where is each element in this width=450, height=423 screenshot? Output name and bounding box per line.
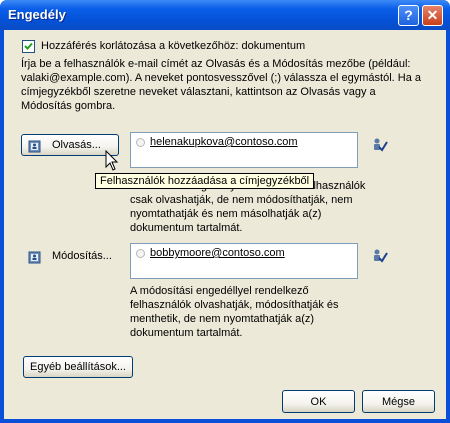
check-names-icon[interactable] (372, 137, 388, 153)
ok-button[interactable]: OK (282, 390, 355, 413)
change-user-entry[interactable]: bobbymoore@contoso.com (150, 247, 285, 259)
close-button[interactable]: ✕ (422, 5, 443, 26)
help-button[interactable]: ? (398, 5, 419, 26)
change-button[interactable]: Módosítás... (21, 245, 119, 267)
more-options-button[interactable]: Egyéb beállítások... (23, 356, 133, 378)
change-permission-description: A módosítási engedéllyel rendelkező felh… (130, 285, 339, 339)
cancel-button[interactable]: Mégse (362, 390, 435, 413)
instructions-text: Írja be a felhasználók e-mail címét az O… (21, 58, 422, 112)
tooltip: Felhasználók hozzáadása a címjegyzékből (95, 173, 315, 189)
restrict-access-checkbox[interactable] (22, 40, 35, 53)
title-bar[interactable]: Engedély ? ✕ (0, 0, 450, 30)
more-options-label: Egyéb beállítások... (29, 361, 126, 373)
address-book-icon (28, 140, 41, 153)
change-users-field[interactable]: bobbymoore@contoso.com (130, 243, 358, 279)
restrict-access-label: Hozzáférés korlátozása a következőhöz: d… (41, 40, 306, 52)
read-user-entry[interactable]: helenakupkova@contoso.com (150, 136, 298, 148)
address-book-icon (28, 251, 41, 264)
change-button-label: Módosítás... (52, 250, 112, 262)
user-status-icon (136, 249, 145, 258)
ok-label: OK (310, 396, 327, 408)
read-button-label: Olvasás... (52, 139, 101, 151)
checkmark-icon (24, 42, 33, 50)
window-title: Engedély (8, 7, 66, 22)
help-icon: ? (404, 7, 413, 23)
mouse-pointer-icon (105, 150, 119, 171)
close-icon: ✕ (426, 7, 439, 23)
user-status-icon (136, 138, 145, 147)
check-names-icon[interactable] (372, 248, 388, 264)
cancel-label: Mégse (381, 396, 416, 408)
read-users-field[interactable]: helenakupkova@contoso.com (130, 132, 358, 168)
